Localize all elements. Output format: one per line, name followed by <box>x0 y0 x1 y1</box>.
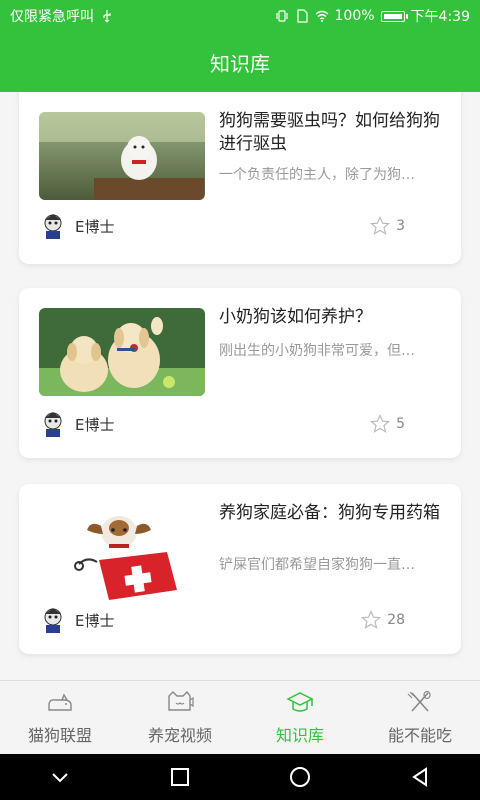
article-card[interactable]: 养狗家庭必备：狗狗专用药箱 铲屎官们都希望自家狗狗一直… E博士 28 <box>19 484 461 654</box>
chevron-down-icon[interactable] <box>48 765 72 789</box>
bottom-nav: 猫狗联盟 养宠视频 知识库 能不能吃 <box>0 680 480 754</box>
star-icon[interactable] <box>370 414 391 434</box>
avatar <box>44 412 62 437</box>
system-nav-bar <box>0 754 480 800</box>
nav-item-can-eat[interactable]: 能不能吃 <box>360 681 480 754</box>
nav-label: 养宠视频 <box>147 725 212 745</box>
carrier-text: 仅限紧急呼叫 <box>10 9 94 25</box>
article-title[interactable]: 狗狗需要驱虫吗？如何给狗狗进行驱虫 <box>219 110 441 156</box>
article-title[interactable]: 养狗家庭必备：狗狗专用药箱 <box>219 502 441 525</box>
nav-item-cat-dog-alliance[interactable]: 猫狗联盟 <box>0 681 120 754</box>
like-count[interactable]: 5 <box>370 414 405 434</box>
page-title: 知识库 <box>210 51 270 76</box>
back-icon[interactable] <box>408 765 432 789</box>
author-info: E博士 <box>39 212 114 240</box>
star-icon[interactable] <box>370 216 391 236</box>
article-thumbnail-dog-first-aid <box>39 504 205 604</box>
article-list[interactable]: 狗狗需要驱虫吗？如何给狗狗进行驱虫 一个负责任的主人，除了为狗… E博士 3 小… <box>0 92 480 680</box>
nav-item-pet-videos[interactable]: 养宠视频 <box>120 681 240 754</box>
like-count[interactable]: 28 <box>361 610 405 630</box>
sim-icon <box>296 9 308 23</box>
article-summary: 一个负责任的主人，除了为狗… <box>219 167 415 183</box>
video-icon <box>168 690 194 711</box>
author-name: E博士 <box>75 217 115 236</box>
battery-icon <box>380 10 408 22</box>
avatar <box>44 608 62 633</box>
vibrate-icon <box>275 10 288 22</box>
app-header: 知识库 <box>0 32 480 92</box>
article-title[interactable]: 小奶狗该如何养护？ <box>219 306 441 329</box>
cat-dog-icon <box>48 692 72 711</box>
author-name: E博士 <box>75 611 115 630</box>
nav-label: 知识库 <box>275 725 324 745</box>
like-number: 3 <box>396 218 405 234</box>
home-icon[interactable] <box>288 765 312 789</box>
battery-percent: 100% <box>334 8 375 24</box>
clock: 下午4:39 <box>410 9 470 25</box>
like-count[interactable]: 3 <box>370 216 405 236</box>
usb-icon <box>103 10 111 23</box>
author-info: E博士 <box>39 606 114 634</box>
fork-knife-icon <box>407 690 431 712</box>
avatar <box>44 214 62 239</box>
like-number: 28 <box>387 612 405 628</box>
author-name: E博士 <box>75 415 115 434</box>
article-thumbnail-dog-on-bench <box>39 112 205 200</box>
article-card[interactable]: 小奶狗该如何养护？ 刚出生的小奶狗非常可爱，但… E博士 5 <box>19 288 461 458</box>
graduation-cap-icon <box>286 691 314 712</box>
like-number: 5 <box>396 416 405 432</box>
article-thumbnail-puppies <box>39 308 205 396</box>
nav-item-knowledge-base[interactable]: 知识库 <box>240 681 360 754</box>
wifi-icon <box>315 10 328 22</box>
article-card[interactable]: 狗狗需要驱虫吗？如何给狗狗进行驱虫 一个负责任的主人，除了为狗… E博士 3 <box>19 92 461 264</box>
article-summary: 铲屎官们都希望自家狗狗一直… <box>219 557 415 573</box>
star-icon[interactable] <box>361 610 382 630</box>
article-summary: 刚出生的小奶狗非常可爱，但… <box>219 343 415 359</box>
author-info: E博士 <box>39 410 114 438</box>
nav-label: 猫狗联盟 <box>27 725 92 745</box>
nav-label: 能不能吃 <box>387 725 452 745</box>
recent-apps-icon[interactable] <box>168 765 192 789</box>
status-bar: 仅限紧急呼叫 100% 下午4:39 <box>0 0 480 32</box>
